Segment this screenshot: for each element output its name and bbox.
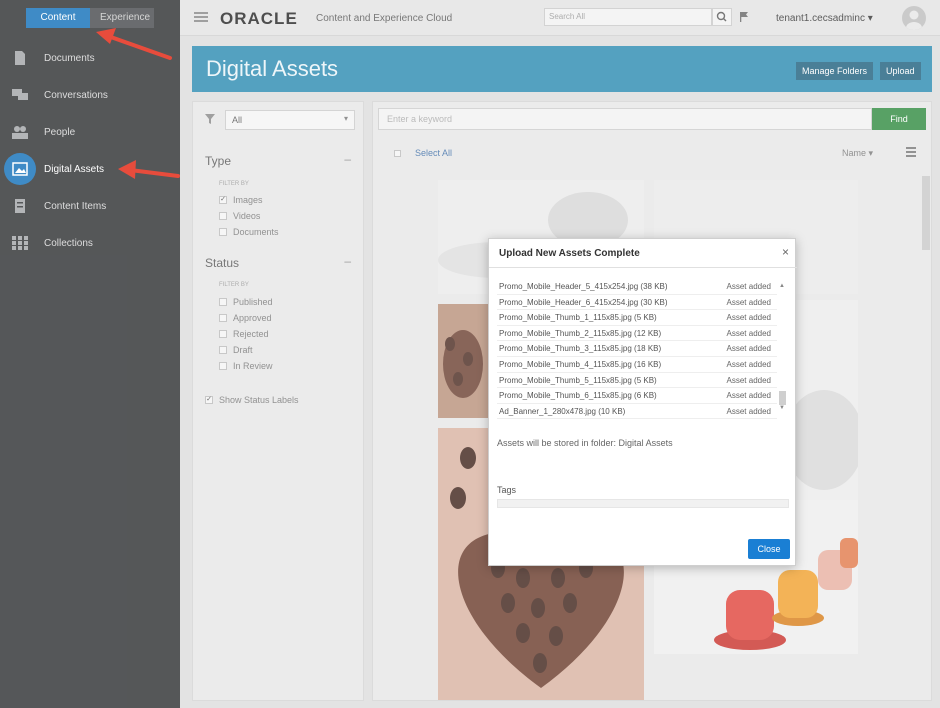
image-icon xyxy=(12,162,28,176)
annotation-arrow-icon xyxy=(118,160,180,179)
annotation-arrow-icon xyxy=(96,28,172,60)
annotation-arrows xyxy=(96,28,180,179)
